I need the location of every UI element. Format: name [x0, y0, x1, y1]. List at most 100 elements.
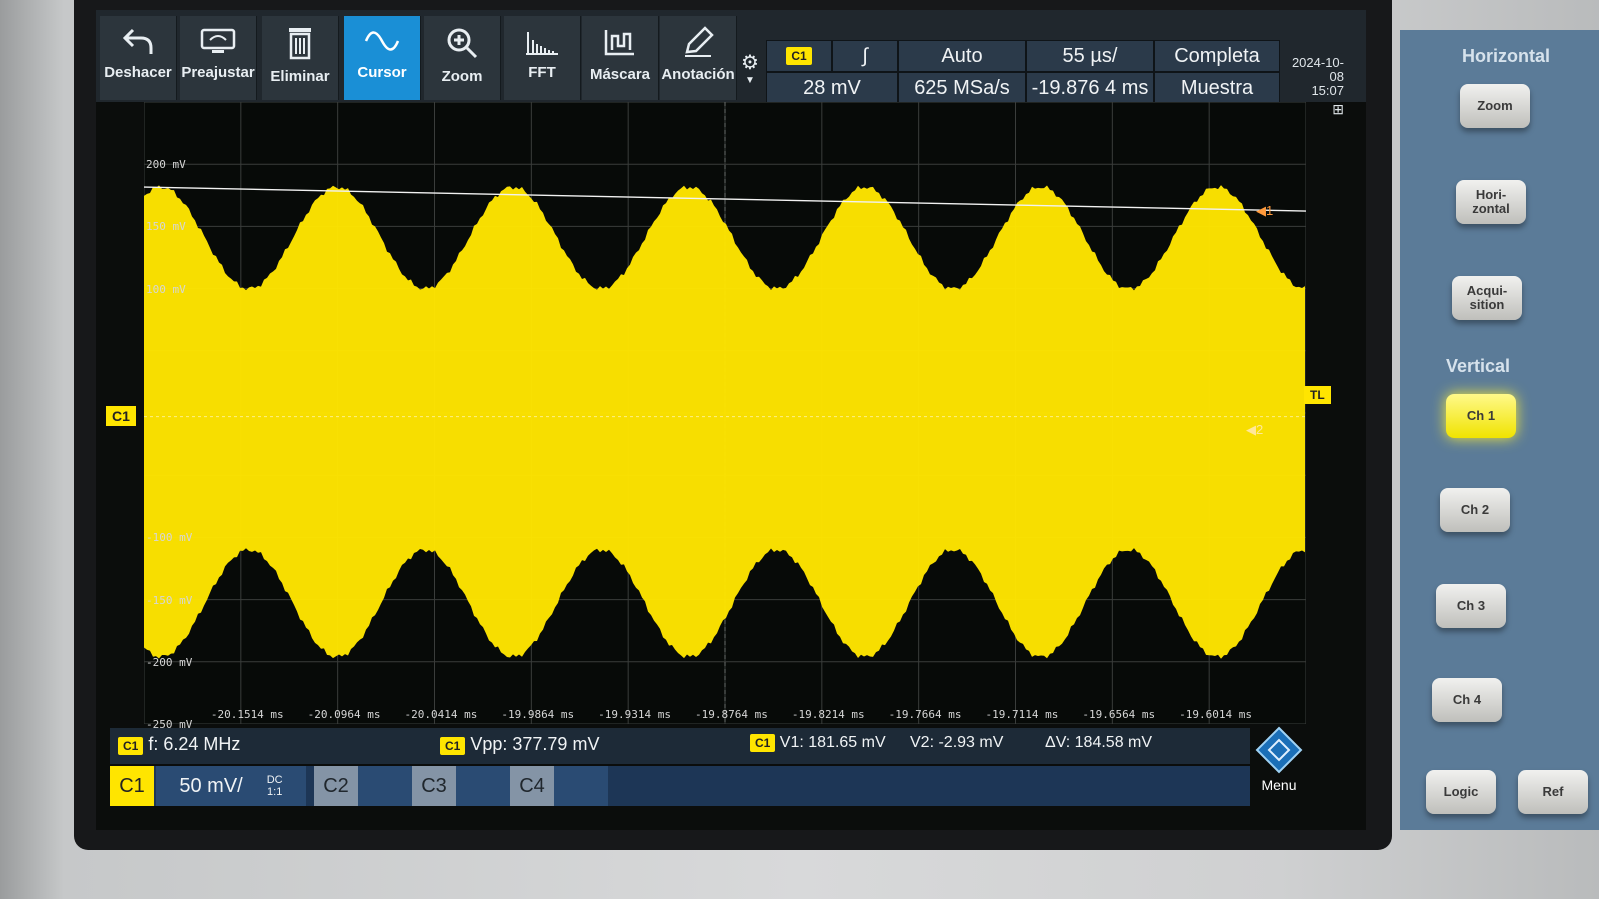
record-length-value: Completa	[1174, 44, 1260, 67]
trash-icon	[289, 28, 311, 60]
cursor-badge: C1	[750, 734, 776, 752]
coupling-value: DC	[266, 774, 283, 786]
ref-hw-button[interactable]: Ref	[1518, 770, 1588, 814]
cursor-button[interactable]: Cursor	[344, 16, 421, 100]
x-tick-label: -19.6014 ms	[1179, 708, 1253, 721]
settings-gear-icon[interactable]: ⚙ ▼	[738, 50, 762, 100]
horizontal-section-title: Horizontal	[1462, 46, 1550, 66]
sample-rate[interactable]: 625 MSa/s	[898, 72, 1026, 104]
probe-value: 1:1	[267, 786, 283, 798]
sample-rate-value: 625 MSa/s	[914, 76, 1010, 99]
fft-button[interactable]: FFT	[504, 16, 581, 100]
channel1-tab[interactable]: C1	[110, 766, 154, 806]
front-panel: Horizontal Zoom Hori- zontal Acqui- siti…	[1400, 30, 1599, 830]
y-tick-label: 100 mV	[146, 282, 186, 296]
cursor1-label: 1	[1266, 203, 1274, 218]
zoom-label: Zoom	[441, 68, 483, 85]
timebase[interactable]: 55 µs/	[1026, 40, 1154, 72]
y-tick-label: -200 mV	[146, 655, 193, 669]
x-tick-label: -19.8214 ms	[791, 708, 865, 721]
y-tick-label: 200 mV	[146, 158, 186, 172]
mask-icon	[604, 30, 634, 56]
menu-label: Menu	[1261, 777, 1297, 793]
x-tick-label: -19.9864 ms	[501, 708, 575, 721]
vertical-section-title: Vertical	[1446, 356, 1511, 376]
date-label: 2024-10-08	[1291, 55, 1344, 84]
waveform-display[interactable]	[144, 102, 1306, 724]
record-length[interactable]: Completa	[1154, 40, 1280, 72]
undo-button[interactable]: Deshacer	[100, 16, 177, 100]
acquisition-mode[interactable]: Muestra	[1154, 72, 1280, 104]
channel3-tab[interactable]: C3	[412, 766, 456, 806]
y-tick-label: -100 mV	[146, 531, 193, 545]
trigger-source[interactable]: C1	[766, 40, 832, 72]
toolbar: Deshacer Preajustar Eliminar Cursor Zoom…	[96, 10, 1366, 116]
ch2-hw-button[interactable]: Ch 2	[1440, 488, 1510, 532]
horizontal-position-value: -19.876 4 ms	[1031, 76, 1149, 99]
trigger-level[interactable]: 28 mV	[766, 72, 898, 104]
delete-label: Eliminar	[270, 68, 330, 85]
waveform-svg	[144, 102, 1306, 724]
trigger-source-badge: C1	[786, 47, 812, 65]
channel1-trace	[144, 185, 1305, 659]
x-tick-label: -20.1514 ms	[210, 708, 284, 721]
ch3-hw-button[interactable]: Ch 3	[1436, 584, 1506, 628]
channel1-offset-marker[interactable]: C1	[106, 406, 136, 426]
magnifier-icon	[447, 28, 478, 59]
channel4-tab[interactable]: C4	[510, 766, 554, 806]
sine-icon	[364, 31, 400, 51]
trigger-slope[interactable]: ∫	[832, 40, 898, 72]
x-tick-label: -19.9314 ms	[598, 708, 672, 721]
acquisition-hw-button[interactable]: Acqui- sition	[1452, 276, 1522, 320]
channel2-scale[interactable]	[358, 766, 412, 806]
channel3-scale[interactable]	[456, 766, 510, 806]
cursor1-marker[interactable]: ◀1	[1256, 203, 1273, 219]
ch1-hw-button[interactable]: Ch 1	[1446, 394, 1516, 438]
vpp-measurement[interactable]: C1 Vpp: 377.79 mV	[440, 734, 599, 755]
horizontal-position[interactable]: -19.876 4 ms	[1026, 72, 1154, 104]
x-tick-label: -19.8764 ms	[695, 708, 768, 721]
x-tick-label: -19.7114 ms	[985, 708, 1059, 721]
ch4-hw-button[interactable]: Ch 4	[1432, 678, 1502, 722]
delta-v-measurement: ΔV: 184.58 mV	[1045, 734, 1153, 751]
logic-hw-button[interactable]: Logic	[1426, 770, 1496, 814]
cursor-label: Cursor	[357, 64, 407, 81]
v2-measurement: V2: -2.93 mV	[910, 734, 1004, 751]
mask-label: Máscara	[589, 66, 651, 83]
measurement-bar: C1 f: 6.24 MHz C1 Vpp: 377.79 mV C1 V1: …	[110, 728, 1250, 764]
x-tick-label: -19.7664 ms	[888, 708, 962, 721]
trigger-level-marker[interactable]: TL	[1304, 386, 1331, 404]
delete-button[interactable]: Eliminar	[262, 16, 339, 100]
pencil-icon	[685, 26, 714, 57]
channel2-tab[interactable]: C2	[314, 766, 358, 806]
preset-label: Preajustar	[181, 64, 255, 81]
mask-button[interactable]: Máscara	[582, 16, 659, 100]
undo-icon	[122, 28, 153, 54]
zoom-hw-button[interactable]: Zoom	[1460, 84, 1530, 128]
preset-button[interactable]: Preajustar	[180, 16, 257, 100]
fft-label: FFT	[528, 64, 556, 81]
annotation-label: Anotación	[661, 66, 735, 83]
trigger-mode[interactable]: Auto	[898, 40, 1026, 72]
dropdown-arrow-icon: ▼	[745, 75, 755, 86]
cursor2-marker[interactable]: ◀2	[1246, 422, 1263, 438]
annotation-button[interactable]: Anotación	[660, 16, 737, 100]
channel-bar: C1 50 mV/ DC 1:1 C2 C3 C4	[110, 766, 1250, 806]
v1-value: V1: 181.65 mV	[779, 734, 886, 751]
x-tick-label: -20.0964 ms	[307, 708, 381, 721]
channel1-scale[interactable]: 50 mV/ DC 1:1	[156, 766, 306, 806]
oscilloscope-screen: Deshacer Preajustar Eliminar Cursor Zoom…	[96, 10, 1366, 830]
frequency-measurement[interactable]: C1 f: 6.24 MHz	[118, 734, 240, 755]
horizontal-hw-button[interactable]: Hori- zontal	[1456, 180, 1526, 224]
rs-logo-icon	[1255, 726, 1303, 774]
y-tick-label: 150 mV	[146, 220, 186, 234]
time-label: 15:07	[1311, 83, 1344, 98]
x-tick-label: -20.0414 ms	[404, 708, 478, 721]
trigger-level-value: 28 mV	[803, 76, 861, 99]
y-tick-label: -150 mV	[146, 593, 193, 607]
menu-button[interactable]: Menu	[1246, 726, 1312, 793]
cursor-measurements[interactable]: C1 V1: 181.65 mV	[750, 734, 886, 752]
channel4-scale[interactable]	[554, 766, 608, 806]
preset-icon	[200, 28, 236, 53]
zoom-button[interactable]: Zoom	[424, 16, 501, 100]
